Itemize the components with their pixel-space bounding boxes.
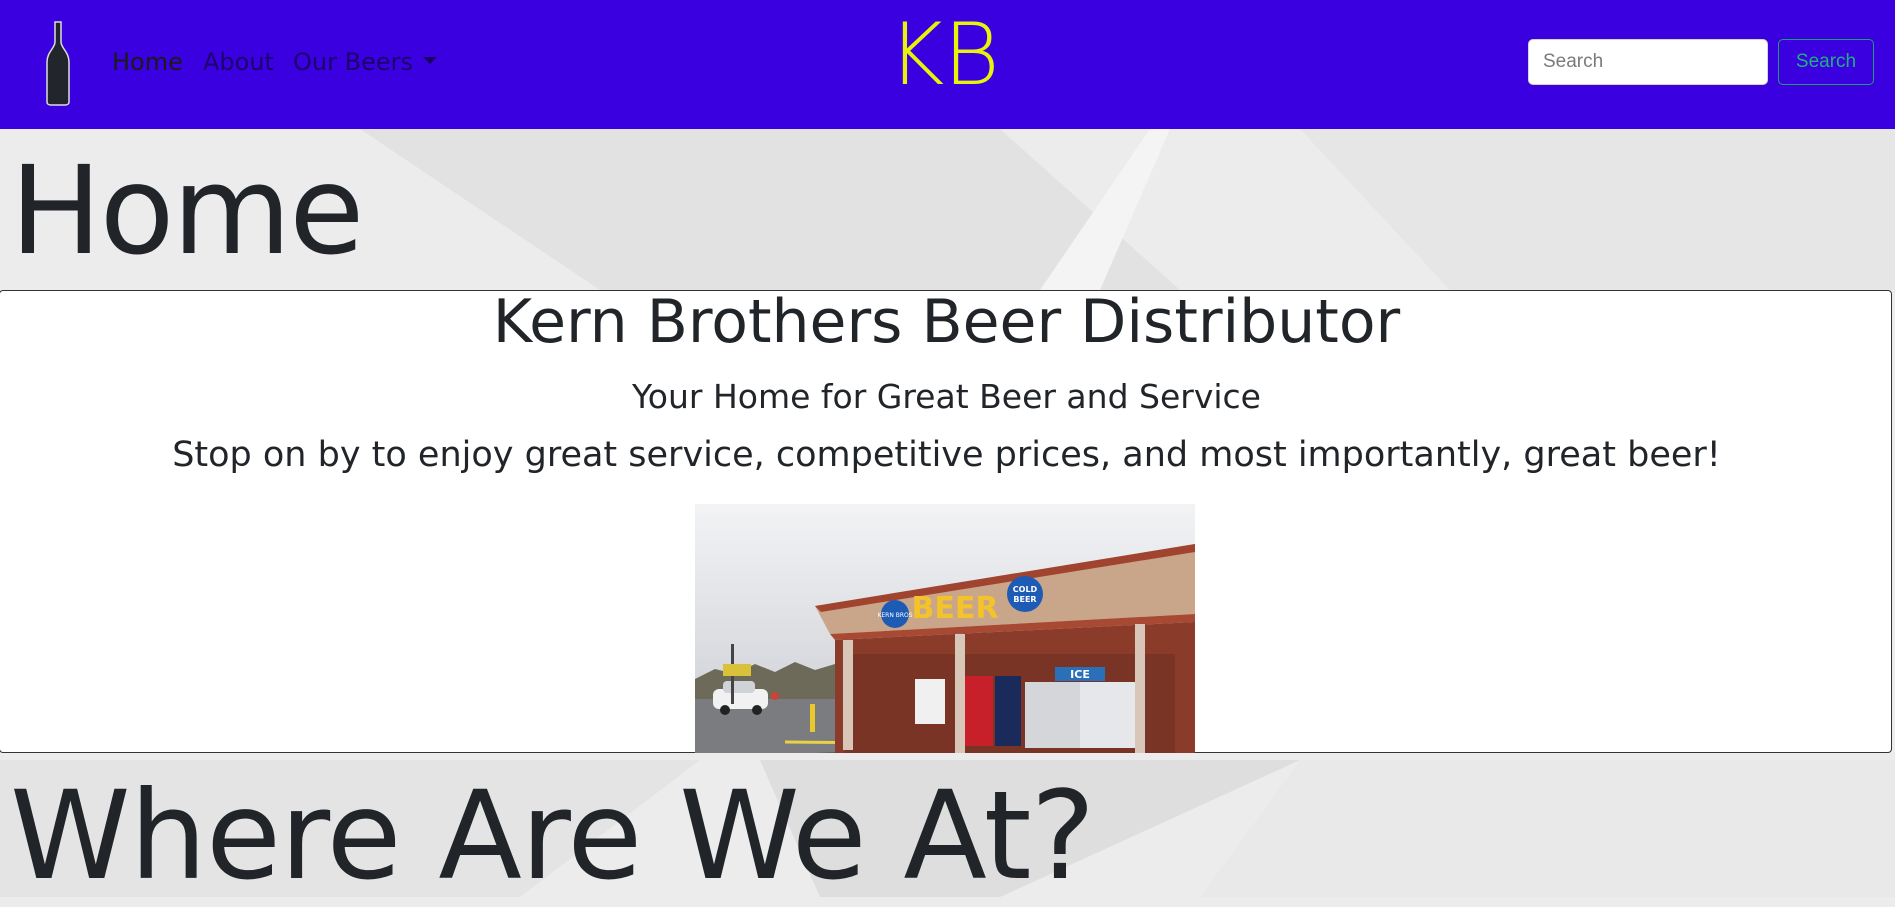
- brand-logo-text[interactable]: KB: [888, 12, 1000, 98]
- card-text: Stop on by to enjoy great service, compe…: [172, 435, 1721, 475]
- chevron-down-icon: [422, 56, 437, 64]
- store-photo: ICE KERN BROS BEER COLD BEER: [695, 504, 1195, 753]
- page-title: Home: [10, 140, 364, 282]
- search-button[interactable]: Search: [1778, 39, 1874, 85]
- card-subtitle: Your Home for Great Beer and Service: [632, 377, 1261, 416]
- beer-sign-text: BEER: [912, 591, 999, 626]
- nav-dropdown-label: Our Beers: [293, 48, 413, 76]
- badge-left-text: KERN BROS: [877, 612, 912, 619]
- card-title: Kern Brothers Beer Distributor: [492, 287, 1401, 357]
- nav-link-home[interactable]: Home: [112, 50, 183, 74]
- badge-right-line2: BEER: [1013, 595, 1036, 604]
- ice-sign-text: ICE: [1070, 668, 1090, 681]
- nav-link-about[interactable]: About: [203, 50, 274, 74]
- badge-right-line1: COLD: [1013, 585, 1038, 594]
- section-title-location: Where Are We At?: [10, 765, 1095, 907]
- beer-bottle-icon[interactable]: [44, 20, 72, 106]
- nav-dropdown-our-beers[interactable]: Our Beers: [293, 50, 437, 74]
- navbar: Home About Our Beers KB Search: [0, 0, 1895, 129]
- search-input[interactable]: [1528, 39, 1768, 85]
